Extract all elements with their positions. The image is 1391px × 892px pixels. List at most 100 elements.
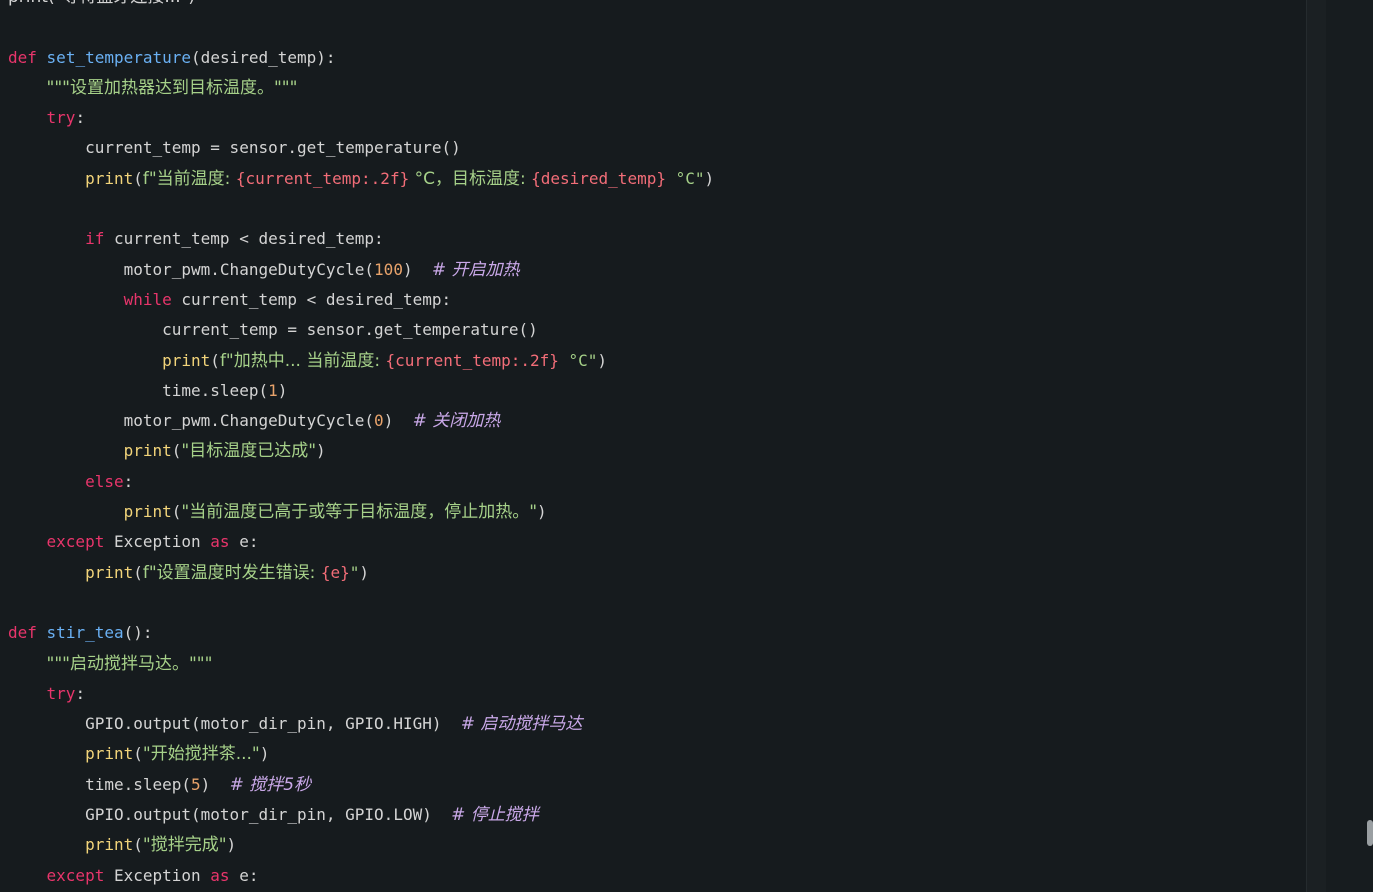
code-token: ): [200, 774, 230, 794]
scrollbar-track[interactable]: [1326, 0, 1373, 892]
code-token: GPIO.output(motor_dir_pin, GPIO.LOW): [8, 805, 452, 825]
code-token: ():: [123, 623, 153, 643]
code-line[interactable]: print("搅拌完成"): [8, 830, 1298, 860]
code-token: :: [75, 108, 86, 128]
code-token: ): [316, 441, 326, 461]
code-line[interactable]: print(f"加热中... 当前温度: {current_temp:.2f} …: [8, 346, 1298, 376]
code-token-number: 5: [191, 774, 201, 794]
code-token-function-name: stir_tea: [46, 623, 124, 643]
code-token-number: 100: [374, 259, 403, 279]
code-token-comment: # 停止搅拌: [451, 805, 539, 826]
code-token: current_temp < desired_temp:: [104, 229, 384, 249]
code-line[interactable]: print("目标温度已达成"): [8, 436, 1298, 466]
code-line[interactable]: while current_temp < desired_temp:: [8, 285, 1298, 315]
code-token-function-name: set_temperature: [46, 47, 192, 67]
code-token-string: "目标温度已达成": [181, 441, 317, 462]
minimap-gutter: [1306, 0, 1326, 892]
code-token-keyword: if: [85, 229, 105, 249]
code-line[interactable]: if current_temp < desired_temp:: [8, 224, 1298, 254]
code-editor[interactable]: print("等待蓝牙连接...") def set_temperature(d…: [0, 0, 1373, 892]
code-token-comment: # 启动搅拌马达: [460, 714, 583, 735]
code-token-keyword: while: [123, 289, 172, 309]
code-token: motor_pwm.ChangeDutyCycle(: [8, 411, 375, 431]
code-line[interactable]: try:: [8, 103, 1298, 133]
code-token: (: [171, 502, 182, 522]
code-line[interactable]: print(f"当前温度: {current_temp:.2f} °C，目标温度…: [8, 164, 1298, 194]
code-token: ): [359, 562, 369, 582]
code-line[interactable]: current_temp = sensor.get_temperature(): [8, 315, 1298, 345]
code-token: ): [402, 259, 432, 279]
code-line[interactable]: """设置加热器达到目标温度。""": [8, 73, 1298, 103]
code-line[interactable]: except Exception as e:: [8, 527, 1298, 557]
code-token-string: "搅拌完成": [142, 835, 227, 856]
code-token: time.sleep(: [8, 380, 269, 400]
code-token-string: °C": [665, 168, 705, 188]
code-token: ): [537, 502, 547, 522]
code-line[interactable]: motor_pwm.ChangeDutyCycle(100) # 开启加热: [8, 255, 1298, 285]
code-line[interactable]: def stir_tea():: [8, 618, 1298, 648]
code-line[interactable]: print("开始搅拌茶..."): [8, 739, 1298, 769]
code-token: (: [210, 350, 220, 370]
code-token: (: [133, 562, 143, 582]
code-line[interactable]: GPIO.output(motor_dir_pin, GPIO.HIGH) # …: [8, 709, 1298, 739]
code-token-keyword: as: [210, 532, 230, 552]
code-line[interactable]: print("等待蓝牙连接..."): [8, 0, 1298, 12]
code-token-builtin: print: [85, 744, 134, 764]
code-token: current_temp = sensor.get_temperature(): [8, 320, 538, 340]
code-line[interactable]: except Exception as e:: [8, 861, 1298, 891]
code-line[interactable]: [8, 194, 1298, 224]
code-token-number: 1: [268, 380, 278, 400]
code-line[interactable]: print("当前温度已高于或等于目标温度，停止加热。"): [8, 497, 1298, 527]
code-token-string: f"设置温度时发生错误:: [142, 562, 321, 583]
code-token-keyword: try: [46, 683, 76, 703]
code-line[interactable]: """启动搅拌马达。""": [8, 649, 1298, 679]
code-line[interactable]: time.sleep(1): [8, 376, 1298, 406]
code-line[interactable]: GPIO.output(motor_dir_pin, GPIO.LOW) # 停…: [8, 800, 1298, 830]
code-token-builtin: print: [85, 835, 134, 855]
code-token: (: [171, 441, 182, 461]
code-token: Exception: [104, 865, 211, 885]
code-token: current_temp < desired_temp:: [171, 289, 452, 309]
code-token-fstring-expr: {current_temp:.2f}: [385, 350, 559, 370]
code-token: motor_pwm.ChangeDutyCycle(: [8, 259, 375, 279]
code-token: current_temp = sensor.get_temperature(): [8, 138, 461, 158]
code-token: (desired_temp):: [191, 47, 336, 67]
code-token-string: f"当前温度:: [142, 168, 236, 189]
code-token-keyword: def: [8, 47, 37, 67]
code-token-builtin: print: [123, 441, 172, 461]
code-token: ): [383, 411, 413, 431]
code-token-string: """设置加热器达到目标温度。""": [46, 77, 298, 98]
code-token: GPIO.output(motor_dir_pin, GPIO.HIGH): [8, 714, 461, 734]
code-line[interactable]: try:: [8, 679, 1298, 709]
code-line[interactable]: time.sleep(5) # 搅拌5秒: [8, 770, 1298, 800]
code-line[interactable]: [8, 12, 1298, 42]
code-token-keyword: def: [8, 623, 37, 643]
code-line[interactable]: else:: [8, 467, 1298, 497]
code-line[interactable]: print(f"设置温度时发生错误: {e}"): [8, 558, 1298, 588]
code-token-keyword: try: [46, 108, 76, 128]
code-line[interactable]: def set_temperature(desired_temp):: [8, 43, 1298, 73]
code-token: (: [133, 168, 143, 188]
code-line[interactable]: motor_pwm.ChangeDutyCycle(0) # 关闭加热: [8, 406, 1298, 436]
code-line[interactable]: [8, 588, 1298, 618]
code-token-number: 0: [374, 411, 384, 431]
code-token-builtin: print: [85, 562, 134, 582]
code-token-string: ": [349, 562, 360, 582]
code-token: e:: [229, 532, 259, 552]
code-area[interactable]: print("等待蓝牙连接...") def set_temperature(d…: [8, 0, 1298, 891]
code-line[interactable]: current_temp = sensor.get_temperature(): [8, 133, 1298, 163]
code-token-comment: # 开启加热: [431, 259, 520, 280]
